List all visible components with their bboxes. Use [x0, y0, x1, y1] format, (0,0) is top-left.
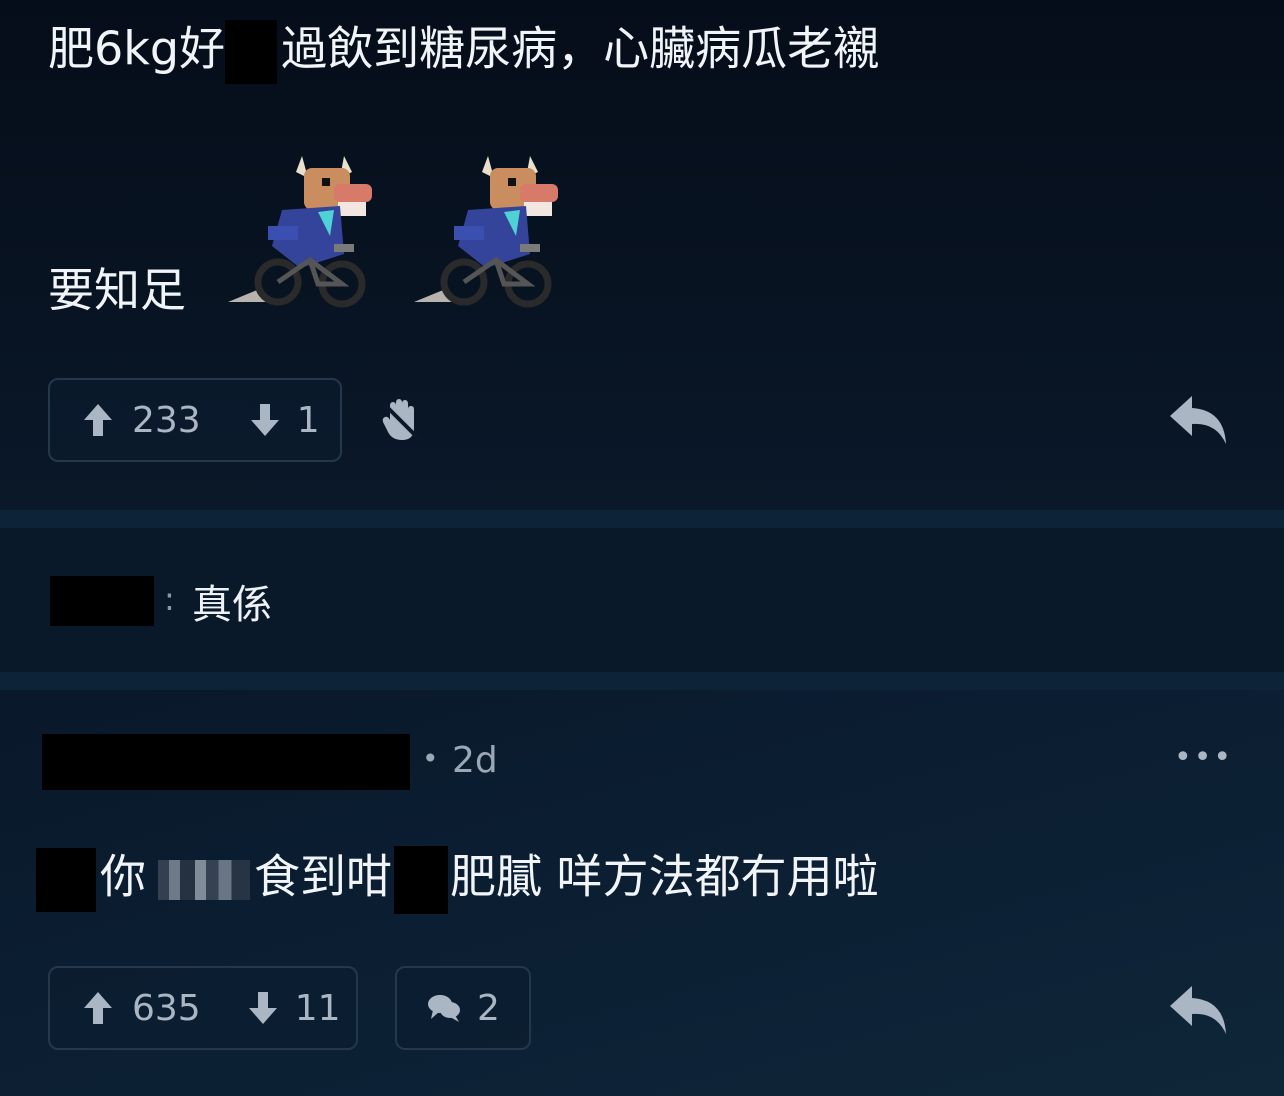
pixelated-word — [158, 860, 250, 900]
comment-1-text-part-1: 肥6kg好 — [48, 21, 226, 76]
speech-bubbles-icon — [428, 995, 460, 1022]
arrow-up-icon — [84, 992, 112, 1024]
redacted-username — [42, 734, 410, 790]
bull-on-bike-emoji — [228, 156, 372, 308]
upvote-count: 233 — [132, 399, 201, 441]
replies-button[interactable]: 2 — [395, 966, 531, 1050]
comment-2-text-part-3: 肥膩 咩方法都冇用啦 — [450, 849, 879, 904]
arrow-down-icon — [250, 404, 279, 436]
reply-preview-text: 真係 — [192, 582, 272, 628]
comment-1-body-line-1: 肥6kg好 過飲到糖尿病，心臟病瓜老襯 — [48, 20, 879, 84]
downvote-button[interactable]: 11 — [247, 988, 341, 1029]
redacted-word — [225, 20, 278, 84]
comment-2-text-part-2: 食到咁 — [254, 849, 392, 904]
arrow-up-icon — [84, 404, 112, 436]
reply-preview[interactable]: : 真係 — [0, 528, 1284, 672]
reply-separator: : — [164, 580, 175, 618]
dot-separator: • — [422, 742, 439, 775]
comment-2-text-part-1: 你 — [100, 849, 146, 904]
section-divider — [0, 510, 1284, 528]
comment-timestamp: 2d — [452, 740, 498, 781]
section-divider — [0, 672, 1284, 690]
hand-mask-icon[interactable] — [380, 398, 424, 444]
downvote-count: 1 — [296, 399, 320, 441]
bull-on-bike-emoji — [414, 156, 558, 308]
comment-1: 肥6kg好 過飲到糖尿病，心臟病瓜老襯 要知足 233 1 — [0, 0, 1284, 510]
upvote-button[interactable]: 635 — [82, 988, 201, 1029]
vote-pill: 635 11 — [48, 966, 358, 1050]
downvote-button[interactable]: 1 — [249, 400, 320, 441]
downvote-count: 11 — [294, 987, 341, 1029]
upvote-button[interactable]: 233 — [82, 400, 201, 441]
redacted-word — [394, 846, 448, 914]
comment-1-text-part-2: 過飲到糖尿病，心臟病瓜老襯 — [281, 21, 880, 76]
comment-2-body: 你 食到咁 肥膩 咩方法都冇用啦 — [36, 846, 879, 914]
vote-pill: 233 1 — [48, 378, 342, 462]
comment-1-body-line-2: 要知足 — [48, 263, 186, 317]
upvote-count: 635 — [132, 987, 201, 1029]
reply-arrow-icon[interactable] — [1168, 982, 1230, 1036]
redacted-username — [50, 576, 154, 626]
comment-2: • 2d ••• 你 食到咁 肥膩 咩方法都冇用啦 635 11 2 — [0, 690, 1284, 1096]
more-options-button[interactable]: ••• — [1174, 740, 1233, 775]
reply-arrow-icon[interactable] — [1168, 392, 1230, 446]
arrow-down-icon — [248, 992, 277, 1024]
redacted-word — [36, 848, 96, 912]
replies-count: 2 — [477, 987, 500, 1029]
